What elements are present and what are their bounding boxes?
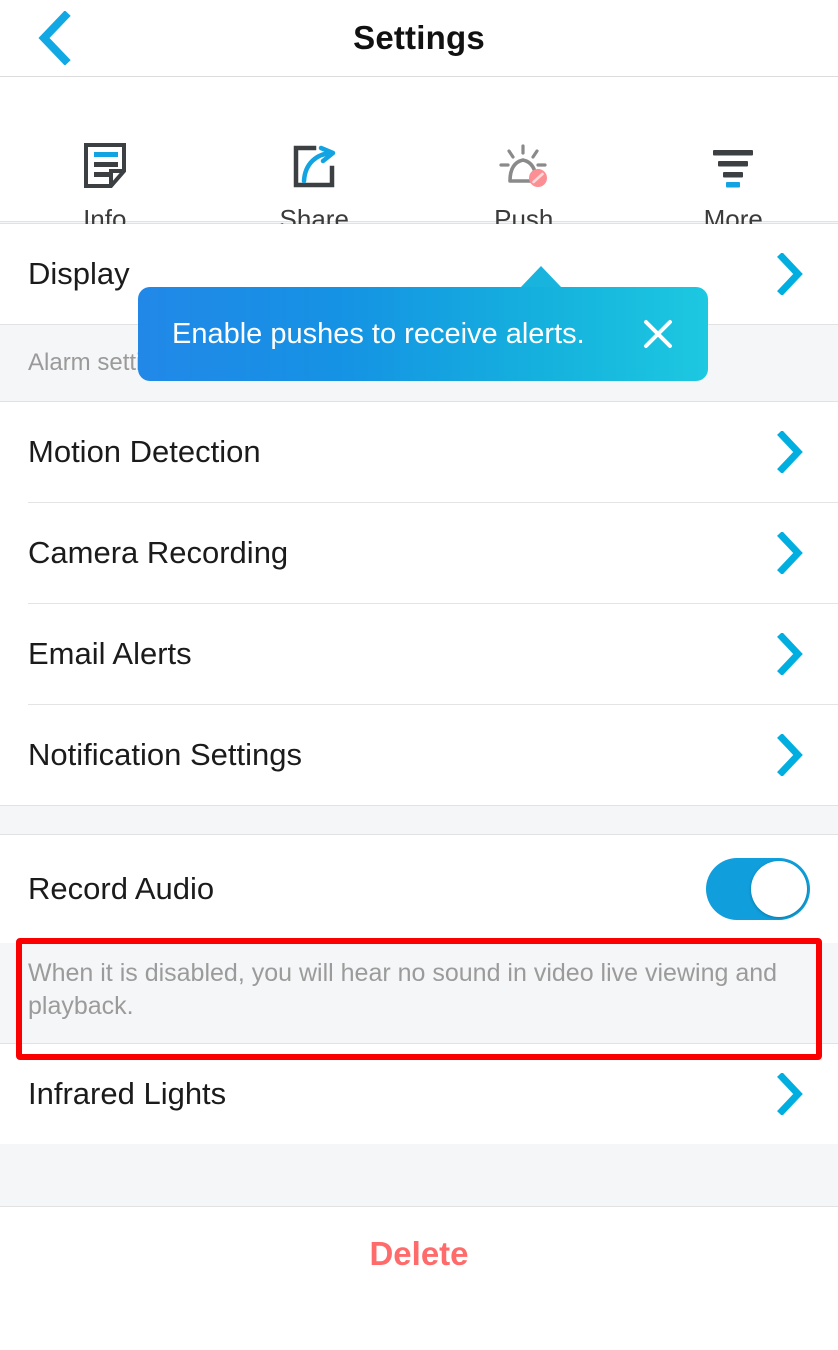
gap-above-record-audio [0,805,838,835]
quick-action-more[interactable]: More [629,141,838,234]
delete-section: Delete [0,1207,838,1303]
row-label: Notification Settings [28,737,302,772]
chevron-right-icon [770,633,810,675]
quick-action-row: Info Share Push More [0,77,838,234]
toggle-knob [751,861,807,917]
chevron-left-icon [37,11,71,65]
page-title: Settings [353,19,485,56]
chevron-right-icon [770,253,810,295]
record-audio-helper: When it is disabled, you will hear no so… [0,943,838,1044]
row-email-alerts[interactable]: Email Alerts [0,604,838,704]
filter-more-icon [705,141,761,191]
footer-gap [0,1144,838,1207]
audio-section: Record Audio [0,835,838,943]
document-info-icon [79,141,131,191]
quick-action-share[interactable]: Share [210,141,420,234]
row-label: Camera Recording [28,535,289,570]
row-infrared-lights[interactable]: Infrared Lights [0,1044,838,1144]
quick-action-info[interactable]: Info [0,141,210,234]
share-arrow-icon [288,141,340,191]
delete-button[interactable]: Delete [369,1235,468,1273]
row-record-audio[interactable]: Record Audio [0,835,838,943]
row-label: Motion Detection [28,434,261,469]
row-label: Email Alerts [28,636,192,671]
app-header: Settings [0,0,838,77]
row-label: Infrared Lights [28,1076,227,1111]
record-audio-toggle[interactable] [706,858,810,920]
chevron-right-icon [770,1073,810,1115]
tooltip-body: Enable pushes to receive alerts. [138,287,708,381]
chevron-right-icon [770,532,810,574]
infrared-section: Infrared Lights [0,1044,838,1144]
chevron-right-icon [770,431,810,473]
back-button[interactable] [24,8,84,68]
quick-action-push[interactable]: Push [419,141,629,234]
close-icon[interactable] [636,312,680,356]
bell-disabled-icon [496,141,552,191]
chevron-right-icon [770,734,810,776]
row-motion-detection[interactable]: Motion Detection [0,402,838,502]
helper-text: When it is disabled, you will hear no so… [28,959,778,1020]
tooltip-message: Enable pushes to receive alerts. [172,317,585,350]
row-camera-recording[interactable]: Camera Recording [0,503,838,603]
alarm-section: Motion Detection Camera Recording Email … [0,402,838,805]
row-notification-settings[interactable]: Notification Settings [0,705,838,805]
row-label: Record Audio [28,871,215,906]
